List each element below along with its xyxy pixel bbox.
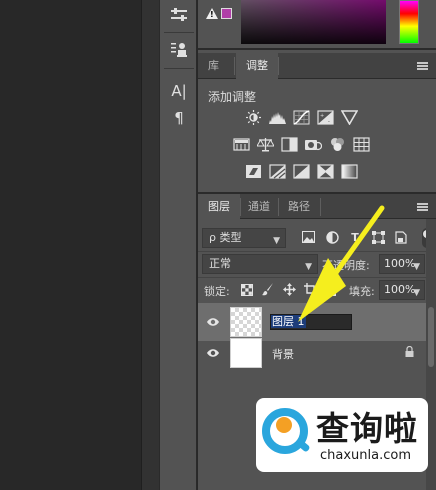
hue-slider[interactable]: [399, 0, 419, 44]
gradient-map-icon[interactable]: [341, 164, 358, 179]
chevron-down-icon: ▼: [413, 262, 420, 272]
filter-kind-value: 类型: [219, 231, 242, 244]
panel-menu-icon[interactable]: [417, 62, 428, 70]
layer-name-text: 图层 1: [271, 315, 306, 328]
tab-divider: [234, 57, 235, 75]
opacity-value: 100%: [384, 257, 416, 270]
watermark-dot: [276, 417, 292, 433]
photo-filter-icon[interactable]: [305, 137, 322, 152]
filter-shape-layer-icon[interactable]: [371, 230, 385, 244]
tab-divider: [320, 198, 321, 216]
lock-all-icon[interactable]: [325, 283, 338, 296]
blend-mode-select[interactable]: 正常 ▼: [202, 254, 318, 274]
row-divider: [198, 277, 436, 278]
lock-label: 锁定:: [204, 285, 230, 298]
filter-smart-object-icon[interactable]: [394, 230, 408, 244]
black-white-icon[interactable]: [281, 137, 298, 152]
tab-divider: [278, 57, 279, 75]
filter-adjustment-layer-icon[interactable]: [325, 230, 339, 244]
scrollbar-thumb[interactable]: [428, 307, 434, 367]
lock-artboard-icon[interactable]: [304, 283, 317, 296]
chevron-down-icon: ▼: [273, 236, 280, 246]
svg-text:-: -: [328, 119, 330, 125]
layer-name: 背景: [272, 348, 294, 361]
visibility-eye-icon[interactable]: [207, 316, 219, 328]
lock-transparent-pixels-icon[interactable]: [240, 283, 253, 296]
opacity-input[interactable]: 100% ▼: [379, 254, 425, 274]
hue-saturation-icon[interactable]: [233, 137, 250, 152]
character-panel-icon[interactable]: A|: [166, 78, 192, 104]
layer-thumbnail: [230, 338, 262, 368]
layer-thumbnail: [230, 307, 262, 337]
exposure-icon[interactable]: + -: [317, 110, 334, 125]
warning-exclamation: !: [210, 10, 214, 19]
chevron-down-icon: ▼: [305, 262, 312, 272]
layers-panel-menu-icon[interactable]: [417, 203, 428, 211]
filter-type-layer-icon[interactable]: T: [348, 230, 362, 244]
layer-name-input[interactable]: 图层 1: [270, 314, 352, 330]
curves-icon[interactable]: [293, 110, 310, 125]
brightness-contrast-icon[interactable]: [245, 110, 262, 125]
channel-mixer-icon[interactable]: [329, 137, 346, 152]
blend-mode-value: 正常: [209, 257, 231, 270]
layer-row[interactable]: 背景: [198, 334, 426, 372]
tab-libraries[interactable]: 库: [198, 53, 229, 79]
tab-adjustments[interactable]: 调整: [236, 53, 278, 79]
character-glyph: A|: [171, 82, 187, 100]
panel-gutter: [141, 0, 159, 490]
lock-image-pixels-icon[interactable]: [261, 283, 274, 296]
tab-channels[interactable]: 通道: [238, 194, 280, 220]
properties-icon[interactable]: [166, 2, 192, 28]
layers-tabbar: 图层 通道 路径: [198, 192, 436, 220]
adjustments-tabbar: 库 调整: [198, 53, 436, 79]
threshold-icon[interactable]: [293, 164, 310, 179]
chevron-down-icon: ▼: [413, 288, 420, 298]
toolstrip-divider: [164, 68, 194, 69]
color-saturation-field[interactable]: [241, 0, 386, 44]
selective-color-icon[interactable]: [317, 164, 334, 179]
fill-label: 填充:: [349, 285, 375, 298]
layer-filter-kind-select[interactable]: ρ 类型 ▼: [202, 228, 286, 248]
document-canvas-area: [0, 0, 141, 490]
color-balance-icon[interactable]: [257, 137, 274, 152]
vibrance-icon[interactable]: [341, 110, 358, 125]
invert-icon[interactable]: [245, 164, 262, 179]
gamut-color-swatch[interactable]: [221, 8, 232, 19]
toolstrip-divider: [164, 32, 194, 33]
color-panel: !: [198, 0, 436, 50]
tab-layers[interactable]: 图层: [198, 194, 240, 220]
filter-scrollbar: [426, 219, 436, 303]
levels-icon[interactable]: [269, 110, 286, 125]
svg-text:+: +: [320, 113, 324, 119]
search-icon: ρ: [209, 231, 216, 244]
watermark-tail: [295, 438, 311, 453]
clone-source-icon[interactable]: [166, 37, 192, 63]
paragraph-glyph: ¶: [174, 109, 184, 127]
paragraph-panel-icon[interactable]: ¶: [166, 105, 192, 131]
row-divider: [198, 251, 436, 252]
color-lookup-icon[interactable]: [353, 137, 370, 152]
watermark-url: chaxunla.com: [320, 448, 411, 463]
filter-pixel-layer-icon[interactable]: [301, 230, 315, 244]
add-adjustment-title: 添加调整: [208, 90, 257, 104]
opacity-label: 不透明度:: [322, 259, 370, 272]
watermark-title: 查询啦: [316, 409, 418, 448]
collapsed-panel-strip: A| ¶: [159, 0, 197, 490]
fill-value: 100%: [384, 283, 416, 296]
lock-position-icon[interactable]: [283, 283, 296, 296]
watermark-logo: 查询啦 chaxunla.com: [256, 398, 428, 472]
visibility-eye-icon[interactable]: [207, 347, 219, 359]
posterize-icon[interactable]: [269, 164, 286, 179]
layer-locked-icon: [405, 346, 414, 357]
fill-input[interactable]: 100% ▼: [379, 280, 425, 300]
tab-paths[interactable]: 路径: [278, 194, 320, 220]
